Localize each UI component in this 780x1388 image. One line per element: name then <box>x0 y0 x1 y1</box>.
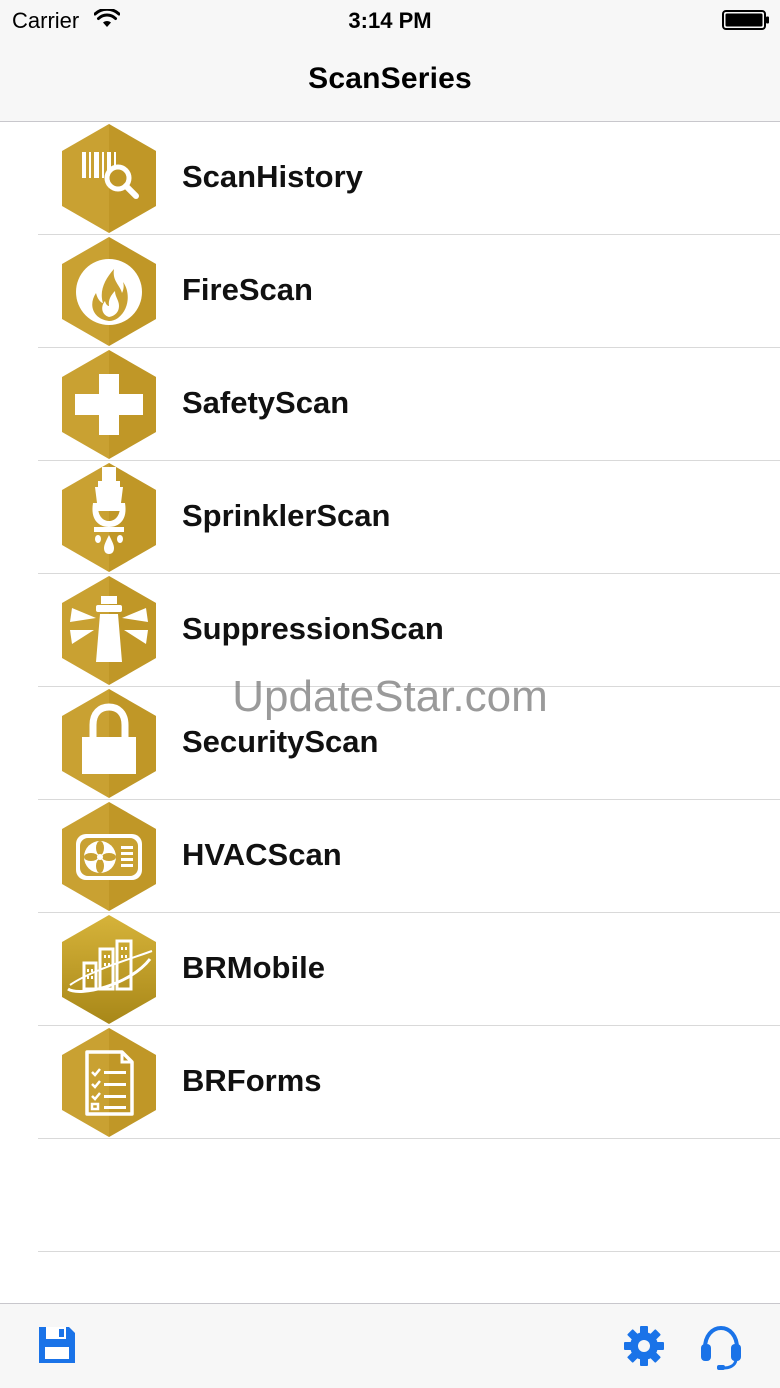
document-checklist-icon <box>62 1028 156 1137</box>
list-item-br-forms[interactable]: BRForms <box>0 1026 780 1139</box>
scan-history-icon <box>62 124 156 233</box>
bottom-toolbar <box>0 1303 780 1388</box>
list-item-fire-scan[interactable]: FireScan <box>0 235 780 348</box>
battery-icon <box>722 10 769 30</box>
list-item-scan-history[interactable]: ScanHistory <box>0 122 780 235</box>
list-item-label: SecurityScan <box>182 724 379 759</box>
list-item-label: FireScan <box>182 272 313 307</box>
padlock-icon <box>62 689 156 798</box>
plus-cross-icon <box>62 350 156 459</box>
headset-icon[interactable] <box>697 1322 745 1370</box>
list-item-label: SuppressionScan <box>182 611 444 646</box>
app-list: ScanHistory FireScan SafetyScan Sprinkle… <box>0 122 780 1252</box>
buildings-icon <box>62 915 156 1024</box>
status-bar: Carrier 3:14 PM <box>0 0 780 40</box>
list-item-label: BRMobile <box>182 950 325 985</box>
list-item-security-scan[interactable]: SecurityScan <box>0 687 780 800</box>
floppy-disk-icon[interactable] <box>36 1324 78 1366</box>
list-item-hvac-scan[interactable]: HVACScan <box>0 800 780 913</box>
list-item-label: ScanHistory <box>182 159 363 194</box>
list-item-label: SprinklerScan <box>182 498 391 533</box>
suppression-nozzle-icon <box>62 576 156 685</box>
navigation-bar: ScanSeries <box>0 40 780 122</box>
list-item-label: HVACScan <box>182 837 342 872</box>
page-title: ScanSeries <box>308 62 472 95</box>
hvac-fan-icon <box>62 802 156 911</box>
list-item-safety-scan[interactable]: SafetyScan <box>0 348 780 461</box>
list-item-label: BRForms <box>182 1063 322 1098</box>
list-item-sprinkler-scan[interactable]: SprinklerScan <box>0 461 780 574</box>
clock: 3:14 PM <box>348 8 432 33</box>
gear-icon[interactable] <box>622 1324 666 1368</box>
sprinkler-icon <box>62 463 156 572</box>
empty-row <box>0 1139 780 1252</box>
list-item-br-mobile[interactable]: BRMobile <box>0 913 780 1026</box>
fire-icon <box>62 237 156 346</box>
list-item-suppression-scan[interactable]: SuppressionScan <box>0 574 780 687</box>
list-item-label: SafetyScan <box>182 385 350 420</box>
